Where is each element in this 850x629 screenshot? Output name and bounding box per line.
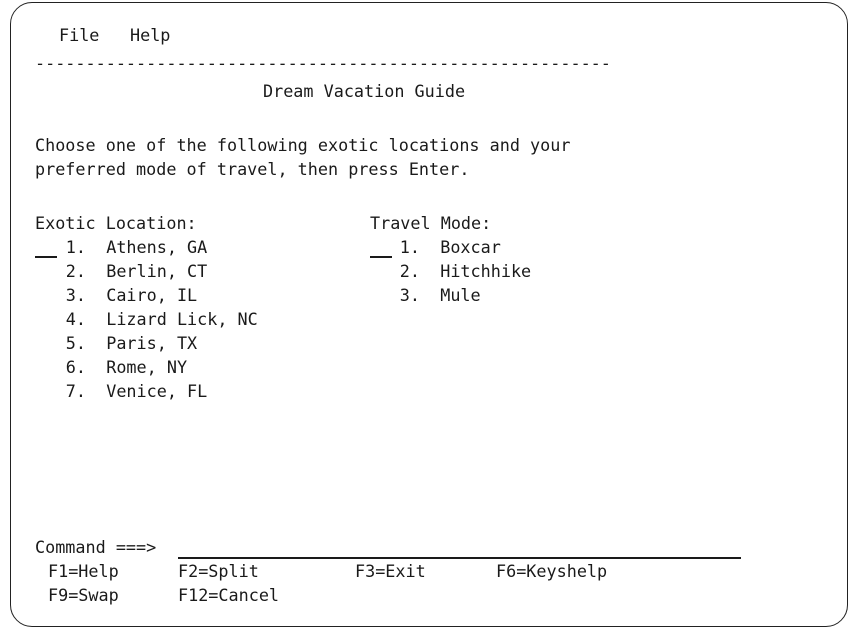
f9-swap-key[interactable]: F9=Swap <box>48 583 119 607</box>
panel-title: Dream Vacation Guide <box>263 81 466 101</box>
location-option[interactable]: 5. Paris, TX <box>62 331 197 355</box>
menu-separator: ----------------------------------------… <box>35 53 611 73</box>
location-option[interactable]: 6. Rome, NY <box>62 355 187 379</box>
travel-option[interactable]: 3. Mule <box>396 283 481 307</box>
f3-exit-key[interactable]: F3=Exit <box>355 559 426 583</box>
location-option[interactable]: 1. Athens, GA <box>62 235 207 259</box>
f12-cancel-key[interactable]: F12=Cancel <box>178 583 279 607</box>
command-prompt: Command ===> <box>35 537 157 557</box>
instruction-line-2: preferred mode of travel, then press Ent… <box>35 159 470 179</box>
command-input[interactable] <box>178 535 741 559</box>
f1-help-key[interactable]: F1=Help <box>48 559 119 583</box>
command-input-underline <box>178 557 741 559</box>
location-choice-field[interactable] <box>35 256 57 258</box>
f2-split-key[interactable]: F2=Split <box>178 559 259 583</box>
location-option[interactable]: 2. Berlin, CT <box>62 259 207 283</box>
location-option[interactable]: 7. Venice, FL <box>62 379 207 403</box>
travel-option[interactable]: 2. Hitchhike <box>396 259 531 283</box>
terminal-panel: File Help ------------------------------… <box>10 2 848 627</box>
menu-help[interactable]: Help <box>130 23 170 47</box>
f6-keyshelp-key[interactable]: F6=Keyshelp <box>496 559 607 583</box>
instruction-line-1: Choose one of the following exotic locat… <box>35 135 571 155</box>
travel-option[interactable]: 1. Boxcar <box>396 235 501 259</box>
travel-choice-field[interactable] <box>370 256 392 258</box>
location-option[interactable]: 4. Lizard Lick, NC <box>62 307 258 331</box>
location-heading: Exotic Location: <box>35 213 197 233</box>
menu-file[interactable]: File <box>59 23 99 47</box>
travel-heading: Travel Mode: <box>370 213 492 233</box>
location-option[interactable]: 3. Cairo, IL <box>62 283 197 307</box>
